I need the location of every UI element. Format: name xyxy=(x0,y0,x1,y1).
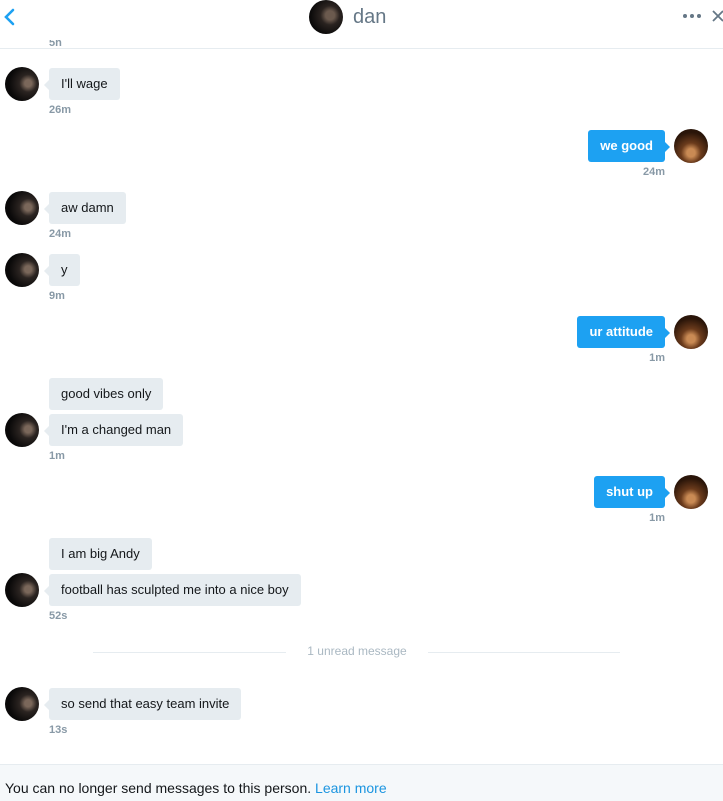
unread-divider-label: 1 unread message xyxy=(307,644,407,658)
message-timestamp: 9m xyxy=(49,290,65,302)
message-bubble: so send that easy team invite xyxy=(43,688,242,720)
footer-notice-text: You can no longer send messages to this … xyxy=(5,780,312,796)
message-timestamp: 1m xyxy=(649,512,665,524)
message-timestamp: 24m xyxy=(49,228,72,240)
avatar xyxy=(309,0,343,34)
message-bubble: good vibes only xyxy=(49,378,164,410)
message-timestamp: 5h xyxy=(49,40,62,49)
message-bubble: I am big Andy xyxy=(49,538,152,570)
message-bubble: ur attitude xyxy=(577,316,670,348)
avatar xyxy=(5,413,39,447)
message-bubble: I'll wage xyxy=(44,68,120,100)
avatar xyxy=(5,253,39,287)
more-icon[interactable] xyxy=(682,10,702,22)
avatar xyxy=(5,67,39,101)
divider xyxy=(93,652,286,653)
back-icon[interactable] xyxy=(2,8,18,26)
message-timestamp: 13s xyxy=(49,724,68,736)
avatar xyxy=(674,475,708,509)
message-bubble: aw damn xyxy=(44,192,126,224)
conversation-header: dan xyxy=(0,0,723,49)
message-timestamp: 26m xyxy=(49,104,72,116)
message-timestamp: 1m xyxy=(649,352,665,364)
message-timestamp: 52s xyxy=(49,610,68,622)
contact-name: dan xyxy=(353,5,387,28)
message-timestamp: 24m xyxy=(642,166,665,178)
message-bubble: football has sculpted me into a nice boy xyxy=(44,574,301,606)
avatar xyxy=(674,315,708,349)
message-bubble: I'm a changed man xyxy=(43,414,184,446)
message-timestamp: 1m xyxy=(49,450,65,462)
message-bubble: shut up xyxy=(594,476,670,508)
avatar xyxy=(674,129,708,163)
header-contact[interactable]: dan xyxy=(309,0,386,34)
divider xyxy=(428,652,620,653)
avatar xyxy=(5,573,39,607)
avatar xyxy=(5,687,39,721)
avatar xyxy=(5,191,39,225)
learn-more-link[interactable]: Learn more xyxy=(315,780,387,796)
message-bubble: y xyxy=(44,254,80,286)
message-bubble: we good xyxy=(588,130,670,162)
messaging-disabled-notice: You can no longer send messages to this … xyxy=(0,764,723,801)
close-icon[interactable] xyxy=(711,8,723,24)
